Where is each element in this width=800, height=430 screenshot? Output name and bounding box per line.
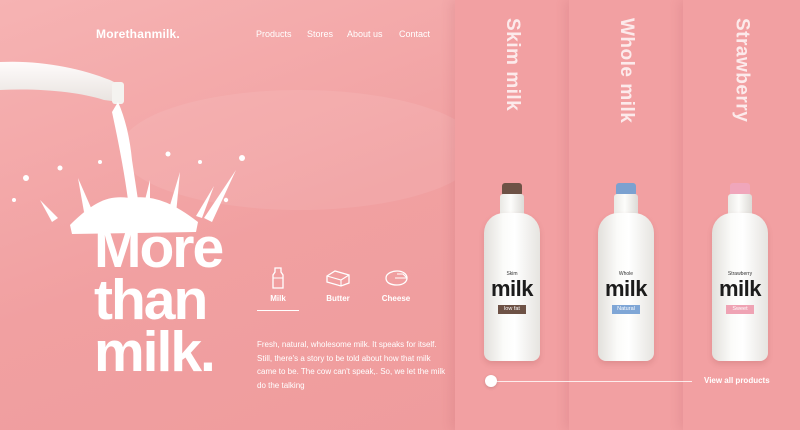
bottle-milk-label: milk [718, 276, 762, 301]
nav-item-stores[interactable]: Stores [307, 29, 333, 39]
product-title: Skim milk [502, 18, 523, 112]
nav-item-contact[interactable]: Contact [399, 29, 430, 39]
product-panel-whole[interactable]: Whole milk Whole milk Natural [569, 0, 683, 430]
milk-bottle-image: Strawberry milk Sweet [712, 183, 768, 363]
hero-line-2: than [94, 268, 208, 332]
product-panel-skim[interactable]: Skim milk Skim milk low fat [455, 0, 569, 430]
bottle-tag: low fat [498, 305, 526, 314]
milk-bottle-image: Whole milk Natural [598, 183, 654, 363]
bottle-milk-label: milk [490, 276, 534, 301]
nav-item-about-us[interactable]: About us [347, 29, 383, 39]
butter-icon [315, 266, 361, 290]
nav-item-products[interactable]: Products [256, 29, 292, 39]
category-cheese[interactable]: Cheese [373, 266, 419, 303]
category-butter[interactable]: Butter [315, 266, 361, 303]
product-panel-strawberry[interactable]: Strawberry Strawberry milk Sweet [683, 0, 800, 430]
category-label-cheese: Cheese [381, 294, 411, 303]
bottle-milk-label: milk [604, 276, 648, 301]
product-slider-track[interactable] [492, 381, 692, 382]
milk-bottle-image: Skim milk low fat [484, 183, 540, 363]
category-label-milk: Milk [270, 294, 286, 303]
product-title: Strawberry [731, 18, 753, 123]
description-text: Fresh, natural, wholesome milk. It speak… [257, 340, 446, 390]
hero-heading: More than milk. [94, 216, 224, 384]
brand-logo[interactable]: Morethanmilk. [96, 27, 180, 41]
milk-bottle-icon [255, 266, 301, 290]
bottle-tag: Natural [612, 305, 640, 314]
view-all-products-link[interactable]: View all products [704, 376, 770, 385]
active-category-underline [257, 310, 299, 311]
category-label-butter: Butter [326, 294, 350, 303]
category-selector: Milk Butter Cheese [255, 266, 425, 316]
product-title: Whole milk [616, 18, 637, 124]
product-slider-handle[interactable] [485, 375, 497, 387]
hero-line-1: More [94, 216, 224, 280]
bottle-tag: Sweet [726, 305, 754, 314]
cheese-icon [373, 266, 419, 290]
hero-line-3: milk. [94, 320, 216, 384]
category-milk[interactable]: Milk [255, 266, 301, 311]
